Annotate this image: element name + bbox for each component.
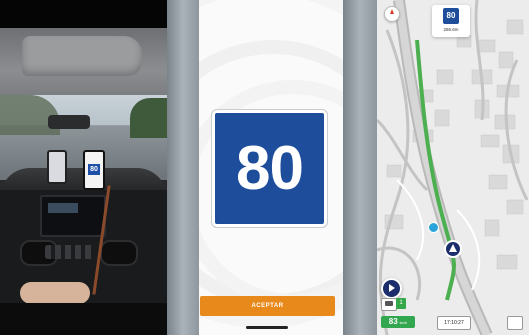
rearview-mirror (48, 115, 90, 129)
menu-button[interactable] (507, 316, 523, 330)
mini-speed-sign: 80 (88, 164, 100, 175)
driver-hand (20, 282, 90, 304)
play-icon[interactable] (381, 278, 402, 299)
divider-left (167, 0, 199, 335)
speed-sign-alert-screen: 80 ACEPTAR (199, 0, 343, 335)
navigation-map[interactable]: 80 286.6m 1 83 km/h 17:10:27 (377, 0, 529, 335)
phone-mount-right: 80 (83, 150, 105, 190)
current-speed-value: 83 (388, 317, 398, 326)
next-speed-sign-card: 80 286.6m (432, 5, 470, 37)
compass-icon[interactable] (384, 6, 400, 22)
current-speed-unit: km/h (399, 321, 408, 325)
current-location-icon (444, 240, 462, 258)
speed-limit-sign: 80 (211, 109, 328, 228)
car-infotainment-screen (40, 195, 106, 237)
sun-visor (22, 36, 142, 76)
poi-marker-icon[interactable] (428, 222, 439, 233)
photo-letterbox-bottom (0, 303, 167, 335)
car-interior-photo: 80 (0, 0, 167, 335)
phone-mount-left (47, 150, 67, 184)
photo-letterbox-top (0, 0, 167, 28)
clock: 17:10:27 (437, 316, 471, 330)
accept-button[interactable]: ACEPTAR (200, 296, 335, 316)
air-vent-right (100, 240, 138, 266)
climate-controls (45, 245, 95, 259)
home-indicator[interactable] (246, 326, 288, 329)
divider-right (343, 0, 377, 335)
next-speed-sign-value: 80 (443, 8, 459, 24)
roadside-trees-right (130, 98, 167, 138)
camera-icon[interactable] (381, 298, 397, 311)
speed-limit-mini-badge: 1 (396, 298, 406, 309)
next-speed-sign-distance: 286.6m (443, 27, 459, 32)
current-speed: 83 km/h (381, 316, 415, 328)
speed-limit-value: 80 (236, 133, 304, 203)
